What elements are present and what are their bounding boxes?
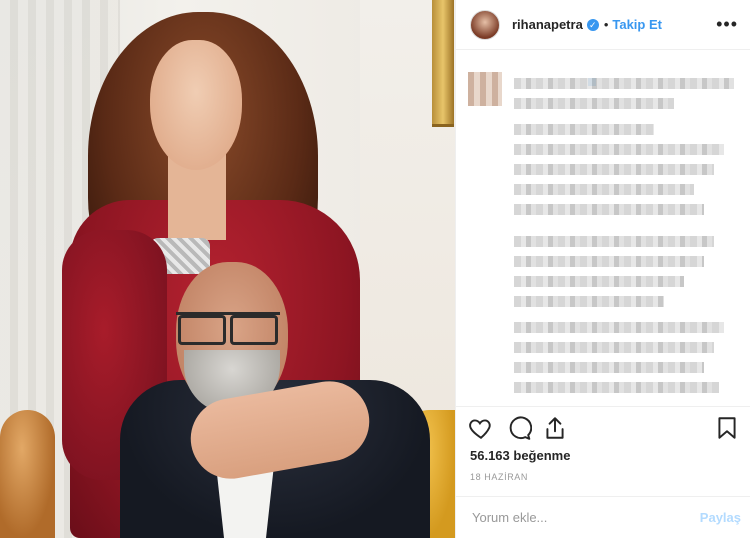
blurred-text-line bbox=[514, 164, 714, 175]
post-date: 18 HAZİRAN bbox=[470, 472, 529, 482]
blurred-text-line bbox=[514, 256, 704, 267]
post-actions bbox=[456, 406, 750, 447]
blurred-text-line bbox=[514, 78, 734, 89]
blurred-text-line bbox=[514, 382, 719, 393]
comment-input[interactable] bbox=[470, 509, 700, 526]
man-glasses bbox=[176, 312, 280, 345]
bookmark-icon[interactable] bbox=[714, 415, 740, 441]
blurred-text-line bbox=[514, 184, 694, 195]
share-icon[interactable] bbox=[542, 415, 568, 441]
blurred-text-line bbox=[514, 276, 684, 287]
blurred-text-line bbox=[514, 342, 714, 353]
armchair-left bbox=[0, 410, 55, 538]
blurred-text-line bbox=[514, 124, 654, 135]
separator-dot: • bbox=[603, 17, 609, 32]
post-photo[interactable] bbox=[0, 0, 455, 538]
blurred-text-line bbox=[514, 98, 674, 109]
heart-icon[interactable] bbox=[468, 415, 494, 441]
blurred-text-line bbox=[514, 362, 704, 373]
comments-section-blurred bbox=[456, 50, 750, 405]
comment-icon[interactable] bbox=[506, 415, 532, 441]
post-comment-button[interactable]: Paylaş bbox=[700, 510, 741, 525]
blurred-text-line bbox=[514, 236, 714, 247]
blurred-text-line bbox=[514, 296, 664, 307]
instagram-post: rihanapetra ✓ • Takip Et ••• 56.163 beğe… bbox=[0, 0, 750, 538]
follow-button[interactable]: Takip Et bbox=[612, 17, 662, 32]
blurred-avatar bbox=[468, 72, 502, 106]
gold-picture-frame bbox=[432, 0, 454, 127]
more-options-icon[interactable]: ••• bbox=[716, 14, 738, 35]
avatar[interactable] bbox=[470, 9, 500, 40]
post-side-panel: rihanapetra ✓ • Takip Et ••• 56.163 beğe… bbox=[455, 0, 750, 538]
blurred-text-line bbox=[514, 322, 724, 333]
likes-count[interactable]: 56.163 beğenme bbox=[470, 448, 570, 463]
verified-badge-icon: ✓ bbox=[586, 18, 599, 31]
post-header: rihanapetra ✓ • Takip Et ••• bbox=[456, 0, 750, 50]
blurred-text-line bbox=[514, 144, 724, 155]
woman-face bbox=[150, 40, 242, 170]
username-link[interactable]: rihanapetra bbox=[512, 17, 583, 32]
add-comment-bar: Paylaş bbox=[456, 496, 750, 538]
blurred-text-line bbox=[514, 204, 704, 215]
